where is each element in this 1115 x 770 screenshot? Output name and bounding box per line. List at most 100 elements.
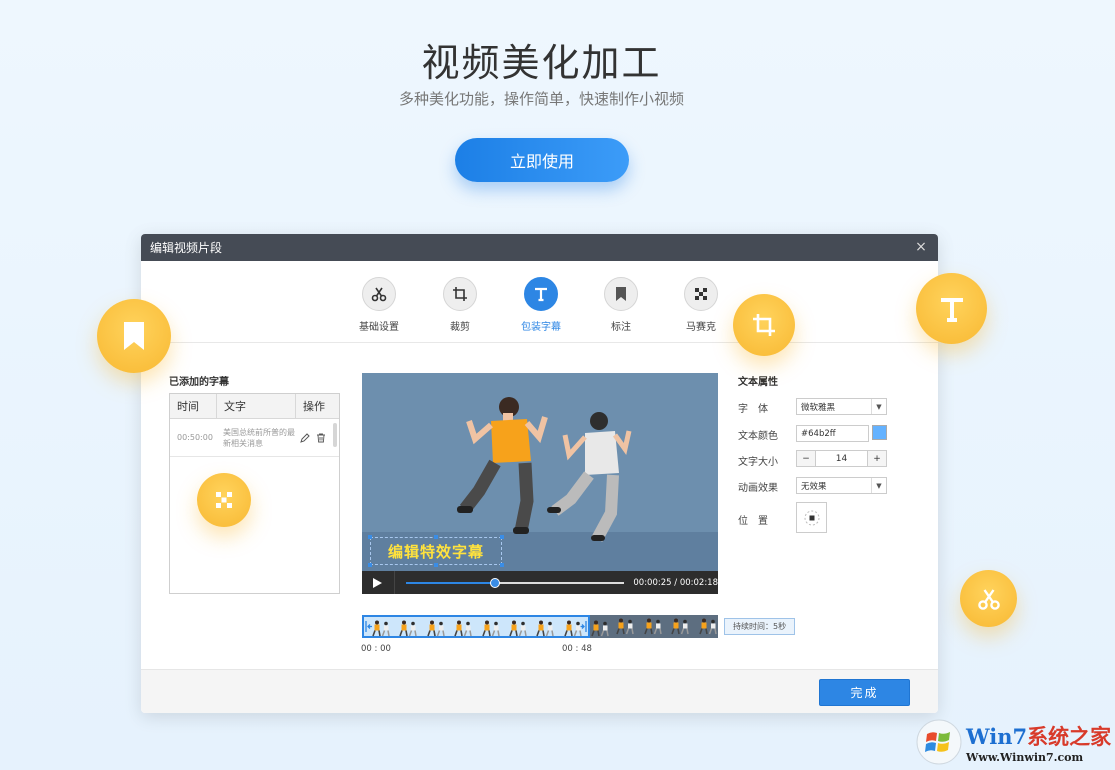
filmstrip-thumbnail — [399, 620, 419, 637]
font-select[interactable]: 微软雅黑 ▼ — [796, 398, 887, 415]
delete-icon[interactable] — [316, 433, 326, 443]
seek-handle[interactable] — [490, 578, 500, 588]
column-header-time: 时间 — [170, 394, 217, 418]
tab-label: 裁剪 — [420, 318, 500, 333]
resize-handle[interactable] — [500, 563, 504, 567]
size-value[interactable]: 14 — [815, 451, 868, 466]
filmstrip-thumbnail — [699, 618, 718, 635]
subtitles-panel-title: 已添加的字幕 — [169, 373, 229, 388]
filmstrip-thumbnail — [536, 620, 556, 637]
row-time: 00:50:00 — [170, 433, 217, 442]
play-icon — [373, 578, 382, 588]
filmstrip-thumbnail — [427, 620, 447, 637]
animation-select[interactable]: 无效果 ▼ — [796, 477, 887, 494]
mosaic-icon — [215, 491, 233, 509]
tab-subtitles[interactable]: 包装字幕 — [501, 277, 581, 333]
windows-logo-icon — [916, 719, 962, 765]
tool-tabs: 基础设置 裁剪 包装字幕 标注 马赛克 — [141, 261, 938, 343]
time-display: 00:00:25 / 00:02:18 — [633, 578, 718, 588]
filmstrip-thumbnail — [509, 620, 529, 637]
seek-bar[interactable] — [406, 582, 624, 584]
floating-scissors-badge — [960, 570, 1017, 627]
size-increase-button[interactable]: + — [868, 451, 886, 466]
tab-label: 马赛克 — [661, 318, 741, 333]
tab-crop[interactable]: 裁剪 — [420, 277, 500, 333]
dancers-illustration — [447, 391, 647, 561]
color-input[interactable]: #64b2ff — [796, 425, 869, 442]
color-swatch[interactable] — [872, 425, 887, 440]
tab-label: 包装字幕 — [501, 318, 581, 333]
duration-tooltip: 持续时间：5秒 — [724, 618, 795, 635]
tab-mosaic[interactable]: 马赛克 — [661, 277, 741, 333]
table-scrollbar[interactable] — [333, 423, 337, 447]
animation-value: 无效果 — [801, 480, 827, 492]
resize-handle[interactable] — [368, 535, 372, 539]
filmstrip-thumbnail — [591, 620, 611, 637]
dialog-title: 编辑视频片段 — [150, 239, 222, 256]
position-label: 位 置 — [738, 512, 768, 527]
size-decrease-button[interactable]: − — [797, 451, 815, 466]
filmstrip-thumbnail — [372, 620, 392, 637]
text-props-title: 文本属性 — [738, 373, 778, 388]
caption-overlay[interactable]: 编辑特效字幕 — [370, 537, 502, 565]
position-picker[interactable] — [796, 502, 827, 533]
filmstrip-thumbnail — [454, 620, 474, 637]
table-row[interactable]: 00:50:00 美国总统前所普的最新相关消息 — [170, 419, 339, 457]
watermark-brand-name: 系统之家 — [1027, 724, 1111, 749]
filmstrip-thumbnail — [616, 618, 636, 635]
color-value: #64b2ff — [801, 429, 836, 439]
resize-handle[interactable] — [368, 563, 372, 567]
filmstrip-thumbnail — [671, 618, 691, 635]
floating-text-badge — [916, 273, 987, 344]
tab-annotation[interactable]: 标注 — [581, 277, 661, 333]
bookmark-icon — [122, 321, 146, 351]
dialog-titlebar: 编辑视频片段 × — [141, 234, 938, 261]
close-icon[interactable]: × — [912, 238, 930, 256]
text-icon — [938, 295, 966, 323]
subtitles-table: 时间 文字 操作 00:50:00 美国总统前所普的最新相关消息 — [169, 393, 340, 594]
resize-handle[interactable] — [434, 563, 438, 567]
position-dot-icon — [803, 509, 821, 527]
crop-icon — [452, 286, 468, 302]
resize-handle[interactable] — [500, 535, 504, 539]
timeline-filmstrip[interactable] — [362, 615, 718, 638]
watermark-logo: Win7系统之家 Www.Winwin7.com — [916, 717, 1112, 767]
watermark-brand-win: Win7 — [966, 724, 1027, 749]
hero-title: 视频美化加工 — [0, 32, 1083, 87]
font-value: 微软雅黑 — [801, 401, 835, 413]
use-now-button[interactable]: 立即使用 — [455, 138, 629, 182]
timeline-end-time: 00 : 48 — [562, 644, 592, 654]
play-button[interactable] — [362, 571, 395, 594]
bookmark-icon — [614, 286, 628, 302]
floating-crop-badge — [733, 294, 795, 356]
watermark-url: Www.Winwin7.com — [966, 751, 1111, 764]
edit-icon[interactable] — [300, 433, 310, 443]
size-label: 文字大小 — [738, 453, 778, 468]
edit-video-dialog: 编辑视频片段 × 基础设置 裁剪 包装字幕 标注 — [141, 234, 938, 713]
filmstrip-thumbnail — [644, 618, 664, 635]
dialog-footer: 完成 — [141, 669, 938, 713]
mosaic-icon — [694, 287, 708, 301]
size-stepper: − 14 + — [796, 450, 887, 467]
timeline-start-time: 00 : 00 — [361, 644, 391, 654]
hero-subtitle: 多种美化功能，操作简单，快速制作小视频 — [0, 88, 1083, 109]
font-label: 字 体 — [738, 400, 768, 415]
tab-basic-settings[interactable]: 基础设置 — [339, 277, 419, 333]
player-controls: 00:00:25 / 00:02:18 — [362, 571, 718, 594]
color-label: 文本颜色 — [738, 427, 778, 442]
tab-label: 标注 — [581, 318, 661, 333]
floating-bookmark-badge — [97, 299, 171, 373]
video-preview[interactable]: 编辑特效字幕 00:00:25 / 00:02:18 — [362, 373, 718, 594]
filmstrip-thumbnail — [564, 620, 584, 637]
crop-icon — [752, 313, 776, 337]
text-icon — [533, 286, 549, 302]
table-header: 时间 文字 操作 — [170, 394, 339, 419]
timeline-selection[interactable] — [362, 615, 590, 638]
tab-label: 基础设置 — [339, 318, 419, 333]
scissors-icon — [977, 587, 1001, 611]
done-button[interactable]: 完成 — [819, 679, 910, 706]
filmstrip-thumbnail — [482, 620, 502, 637]
chevron-down-icon: ▼ — [871, 399, 886, 414]
floating-mosaic-badge — [197, 473, 251, 527]
resize-handle[interactable] — [434, 535, 438, 539]
